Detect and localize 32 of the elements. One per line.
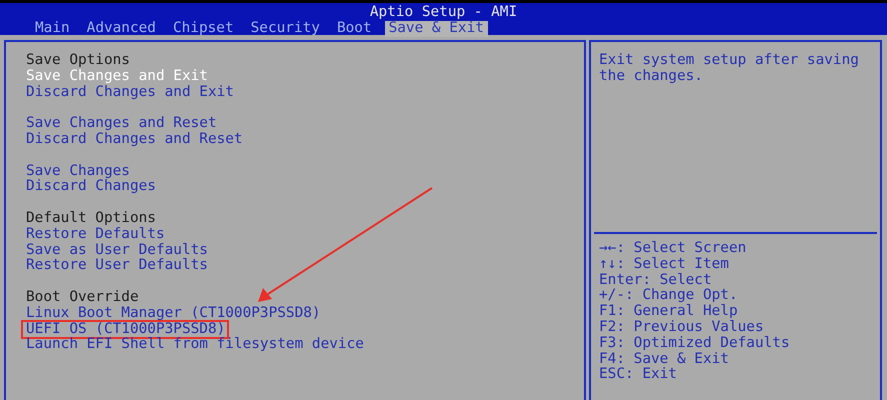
menu-item[interactable]: Discard Changes and Exit — [26, 84, 234, 100]
menu-item[interactable]: Save as User Defaults — [26, 242, 208, 258]
key-hint: F3: Optimized Defaults — [599, 336, 791, 352]
menu-item[interactable]: Restore User Defaults — [26, 258, 208, 274]
key-hint: Enter: Select — [599, 272, 713, 288]
key-hint: F2: Previous Values — [599, 320, 765, 336]
window-title: Aptio Setup - AMI — [368, 5, 518, 21]
tab[interactable]: Chipset — [168, 20, 238, 37]
tab[interactable]: Save & Exit — [384, 20, 488, 37]
key-hint: →←: Select Screen — [599, 241, 748, 257]
section-heading: Default Options — [26, 210, 157, 227]
menu-item[interactable]: Save Changes — [26, 164, 130, 180]
menu-item[interactable]: Discard Changes and Reset — [26, 132, 243, 148]
key-hint: ↑↓: Select Item — [599, 256, 730, 273]
tab[interactable]: Advanced — [82, 20, 160, 37]
section-heading: Save Options — [26, 53, 131, 69]
tab[interactable]: Security — [246, 20, 324, 37]
menu-item[interactable]: Discard Changes — [26, 179, 156, 196]
menu-item[interactable]: UEFI OS (CT1000P3PSSD8) — [23, 322, 228, 338]
menu-item[interactable]: Linux Boot Manager (CT1000P3PSSD8) — [26, 306, 321, 322]
menu-item[interactable]: Launch EFI Shell from filesystem device — [26, 337, 364, 354]
key-hint: ESC: Exit — [599, 367, 678, 384]
help-text: Exit system setup after saving the changes. — [594, 42, 877, 234]
menu-item[interactable]: Save Changes and Exit — [26, 68, 208, 85]
menu-item[interactable]: Restore Defaults — [26, 226, 165, 243]
tab[interactable]: Main — [31, 20, 74, 37]
key-hint: F4: Save & Exit — [599, 352, 730, 367]
key-hint: F1: General Help — [599, 304, 739, 320]
menu-item[interactable]: Save Changes and Reset — [26, 116, 217, 132]
key-hint: +/-: Change Opt. — [599, 288, 739, 304]
section-heading: Boot Override — [26, 290, 140, 306]
tab[interactable]: Boot — [332, 20, 376, 37]
